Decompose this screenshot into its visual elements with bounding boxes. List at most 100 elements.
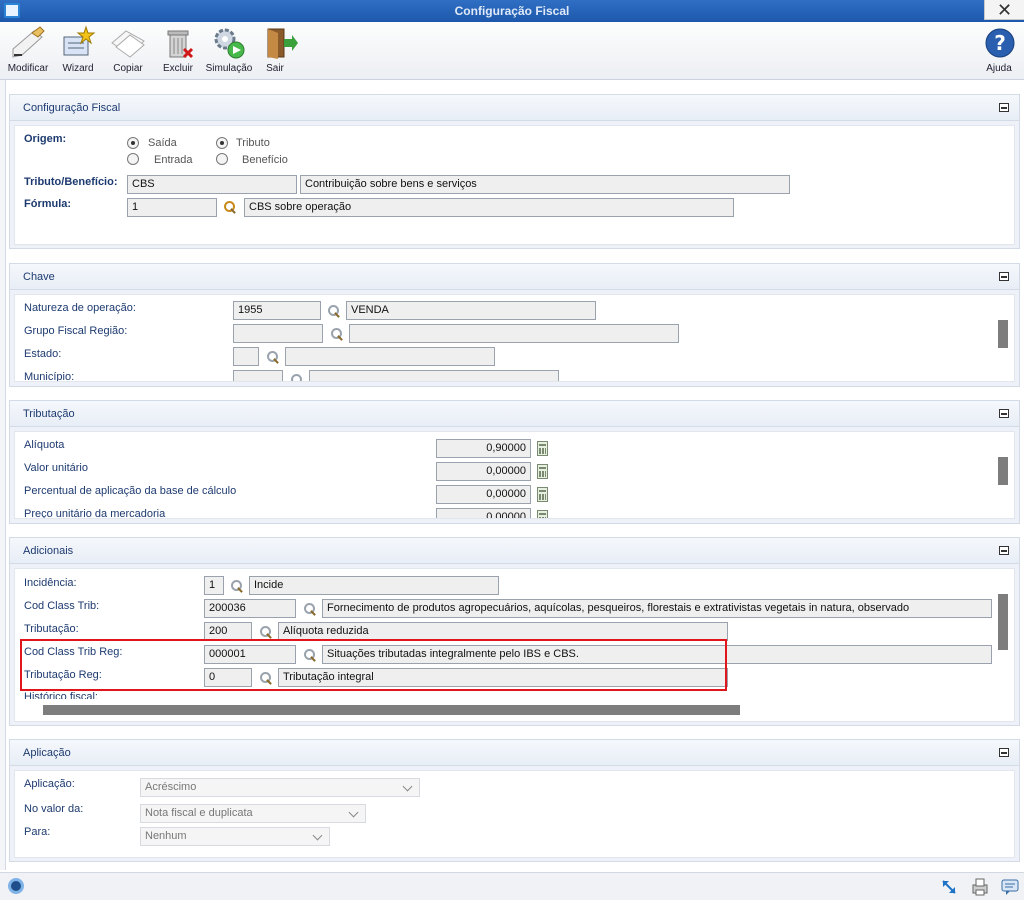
historico-fiscal-label: Histórico fiscal:	[24, 691, 98, 699]
aplicacao-select[interactable]: Acréscimo	[140, 778, 420, 797]
panel-chave: Chave Natureza de operação: 1955 VENDA G…	[9, 263, 1020, 387]
trash-icon	[160, 25, 196, 61]
radio-beneficio-label: Benefício	[242, 154, 288, 166]
municipio-search-icon[interactable]	[290, 373, 304, 381]
formula-code-field[interactable]: 1	[127, 198, 217, 217]
panel-header: Adicionais	[10, 538, 1019, 564]
valor-da-label: No valor da:	[24, 803, 84, 815]
toolbar: Modificar Wizard Copiar Excluir Simulaçã…	[0, 22, 1024, 80]
panel-body: Aplicação: Acréscimo No valor da: Nota f…	[14, 770, 1015, 858]
formula-search-icon[interactable]	[223, 200, 237, 214]
para-select[interactable]: Nenhum	[140, 827, 330, 846]
cod-class-trib-label: Cod Class Trib:	[24, 600, 100, 612]
cod-class-trib-search-icon[interactable]	[303, 602, 317, 616]
preco-unitario-calculator-icon[interactable]	[537, 510, 548, 518]
panel-body: Natureza de operação: 1955 VENDA Grupo F…	[14, 294, 1015, 382]
valor-unitario-field[interactable]: 0,00000	[436, 462, 531, 481]
natureza-search-icon[interactable]	[327, 304, 341, 318]
radio-saida[interactable]	[127, 137, 139, 149]
chat-icon[interactable]	[1000, 878, 1020, 896]
tributo-code-field[interactable]: CBS	[127, 175, 297, 194]
percentual-base-calculator-icon[interactable]	[537, 487, 548, 502]
pencil-icon	[10, 25, 46, 61]
panel-configuracao-fiscal: Configuração Fiscal Origem: Saída Entrad…	[9, 94, 1020, 249]
tributo-label: Tributo/Benefício:	[24, 176, 118, 188]
incidencia-code-field[interactable]: 1	[204, 576, 224, 595]
collapse-button[interactable]	[999, 748, 1009, 757]
valor-da-select[interactable]: Nota fiscal e duplicata	[140, 804, 366, 823]
estado-code-field[interactable]	[233, 347, 259, 366]
para-label: Para:	[24, 826, 51, 838]
collapse-button[interactable]	[999, 546, 1009, 555]
natureza-desc-field: VENDA	[346, 301, 596, 320]
cod-class-trib-code-field[interactable]: 200036	[204, 599, 296, 618]
copiar-button[interactable]: Copiar	[108, 25, 148, 74]
aplicacao-select-value: Acréscimo	[145, 781, 197, 793]
municipio-label: Município:	[24, 371, 75, 382]
resize-arrow-icon[interactable]	[940, 878, 958, 896]
wizard-button[interactable]: Wizard	[58, 25, 98, 74]
ajuda-button[interactable]: ? Ajuda	[982, 25, 1016, 74]
grupo-fiscal-search-icon[interactable]	[330, 327, 344, 341]
panel-header: Tributação	[10, 401, 1019, 427]
radio-tributo[interactable]	[216, 137, 228, 149]
para-select-value: Nenhum	[145, 830, 187, 842]
panel-title: Configuração Fiscal	[23, 102, 121, 114]
sair-button[interactable]: Sair	[262, 25, 298, 74]
status-bar	[0, 872, 1024, 900]
window-title: Configuração Fiscal	[454, 4, 570, 18]
estado-label: Estado:	[24, 348, 62, 360]
status-globe-icon[interactable]	[8, 878, 24, 894]
formula-label: Fórmula:	[24, 198, 72, 210]
simulacao-button[interactable]: Simulação	[204, 25, 254, 74]
radio-saida-label: Saída	[148, 137, 177, 149]
exit-door-icon	[262, 25, 298, 61]
valor-unitario-label: Valor unitário	[24, 462, 88, 474]
highlight-box	[20, 639, 727, 691]
panel-adicionais: Adicionais Incidência: 1 Incide Cod Clas…	[9, 537, 1020, 726]
incidencia-search-icon[interactable]	[230, 579, 244, 593]
horizontal-scrollbar[interactable]	[43, 705, 740, 715]
valor-da-select-value: Nota fiscal e duplicata	[145, 807, 253, 819]
percentual-base-field[interactable]: 0,00000	[436, 485, 531, 504]
estado-desc-field	[285, 347, 495, 366]
preco-unitario-label: Preço unitário da mercadoria	[24, 508, 166, 519]
excluir-button[interactable]: Excluir	[158, 25, 198, 74]
natureza-label: Natureza de operação:	[24, 302, 136, 314]
gears-icon	[211, 25, 247, 61]
print-icon[interactable]	[970, 877, 990, 897]
natureza-code-field[interactable]: 1955	[233, 301, 321, 320]
panel-aplicacao: Aplicação Aplicação: Acréscimo No valor …	[9, 739, 1020, 862]
collapse-button[interactable]	[999, 272, 1009, 281]
tributacao-search-icon[interactable]	[259, 625, 273, 639]
svg-text:?: ?	[994, 31, 1006, 55]
origem-label: Origem:	[24, 133, 67, 145]
preco-unitario-field[interactable]: 0,00000	[436, 508, 531, 518]
collapse-button[interactable]	[999, 409, 1009, 418]
municipio-code-field[interactable]	[233, 370, 283, 381]
vertical-scrollbar[interactable]	[998, 594, 1008, 650]
title-bar: Configuração Fiscal ✕	[0, 0, 1024, 22]
modificar-button[interactable]: Modificar	[6, 25, 50, 74]
radio-entrada[interactable]	[127, 153, 139, 165]
close-button[interactable]: ✕	[984, 0, 1024, 20]
collapse-button[interactable]	[999, 103, 1009, 112]
aliquota-calculator-icon[interactable]	[537, 441, 548, 456]
aliquota-field[interactable]: 0,90000	[436, 439, 531, 458]
radio-tributo-label: Tributo	[236, 137, 270, 149]
panel-title: Aplicação	[23, 747, 71, 759]
panel-header: Configuração Fiscal	[10, 95, 1019, 121]
left-strip	[0, 80, 6, 870]
aliquota-label: Alíquota	[24, 439, 65, 451]
vertical-scrollbar[interactable]	[998, 457, 1008, 485]
help-icon: ?	[982, 25, 1018, 61]
vertical-scrollbar[interactable]	[998, 320, 1008, 348]
panel-header: Aplicação	[10, 740, 1019, 766]
radio-beneficio[interactable]	[216, 153, 228, 165]
valor-unitario-calculator-icon[interactable]	[537, 464, 548, 479]
grupo-fiscal-code-field[interactable]	[233, 324, 323, 343]
incidencia-label: Incidência:	[24, 577, 77, 589]
estado-search-icon[interactable]	[266, 350, 280, 364]
tributacao-label: Tributação:	[24, 623, 79, 635]
municipio-desc-field	[309, 370, 559, 381]
